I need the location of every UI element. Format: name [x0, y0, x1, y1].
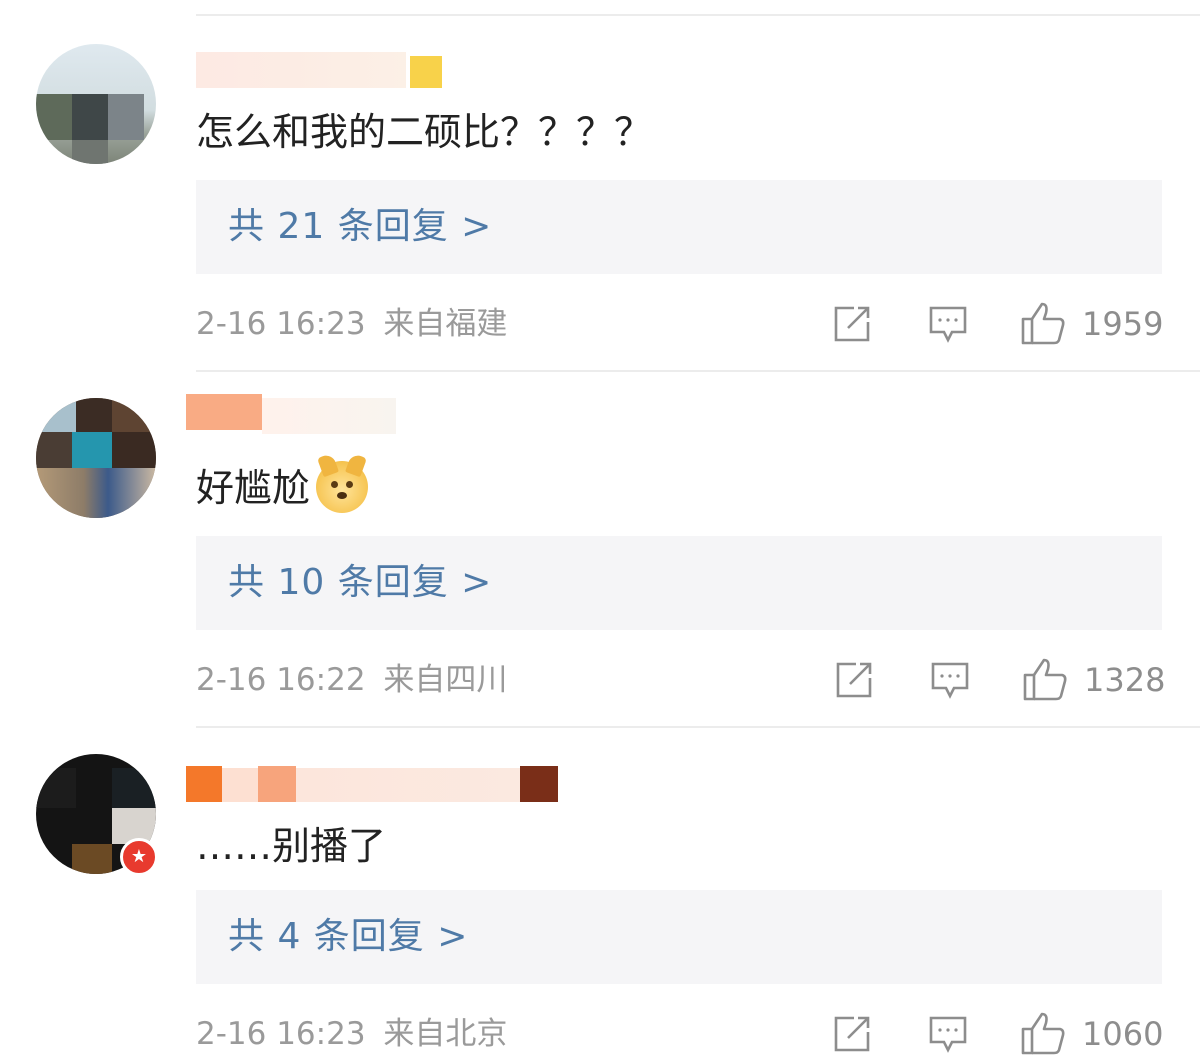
reply-count-link[interactable]: 共 10 条回复 > [228, 536, 492, 630]
reply-summary[interactable]: 共 21 条回复 > [196, 180, 1162, 274]
timestamp: 2-16 16:22 [196, 662, 366, 698]
username-redacted[interactable] [186, 766, 576, 806]
reply-count-link[interactable]: 共 4 条回复 > [228, 890, 468, 984]
comment-icon[interactable] [928, 1014, 968, 1054]
like-icon[interactable] [1020, 1010, 1066, 1056]
like-icon[interactable] [1020, 300, 1066, 346]
comment-meta: 2-16 16:22 来自四川 [196, 660, 507, 700]
reply-count-link[interactable]: 共 21 条回复 > [228, 180, 492, 274]
comment-icon[interactable] [928, 304, 968, 344]
comment-text: 好尴尬 [196, 452, 369, 517]
comment-meta: 2-16 16:23 来自福建 [196, 304, 507, 344]
comment-text-body: 好尴尬 [196, 466, 311, 510]
like-count: 1060 [1082, 1015, 1164, 1053]
divider [196, 14, 1200, 16]
username-redacted[interactable] [186, 394, 416, 434]
share-icon[interactable] [832, 304, 872, 344]
verified-badge-icon: ★ [120, 838, 158, 876]
comment-text: 怎么和我的二硕比？？？？ [196, 110, 653, 154]
like-icon[interactable] [1022, 656, 1068, 702]
location: 来自四川 [383, 662, 508, 698]
comment-icon[interactable] [930, 660, 970, 700]
share-icon[interactable] [834, 660, 874, 700]
reply-summary[interactable]: 共 4 条回复 > [196, 890, 1162, 984]
reply-summary[interactable]: 共 10 条回复 > [196, 536, 1162, 630]
like-count: 1959 [1082, 305, 1164, 343]
share-icon[interactable] [832, 1014, 872, 1054]
timestamp: 2-16 16:23 [196, 306, 366, 342]
avatar[interactable] [36, 398, 156, 518]
like-count: 1328 [1084, 661, 1166, 699]
divider [196, 726, 1200, 728]
location: 来自北京 [383, 1016, 508, 1052]
avatar[interactable] [36, 44, 156, 164]
location: 来自福建 [383, 306, 508, 342]
username-redacted[interactable] [196, 52, 446, 92]
divider [196, 370, 1200, 372]
doge-emoji-icon [316, 452, 369, 513]
comment-meta: 2-16 16:23 来自北京 [196, 1014, 507, 1054]
timestamp: 2-16 16:23 [196, 1016, 366, 1052]
comment-text: ……别播了 [196, 824, 387, 868]
